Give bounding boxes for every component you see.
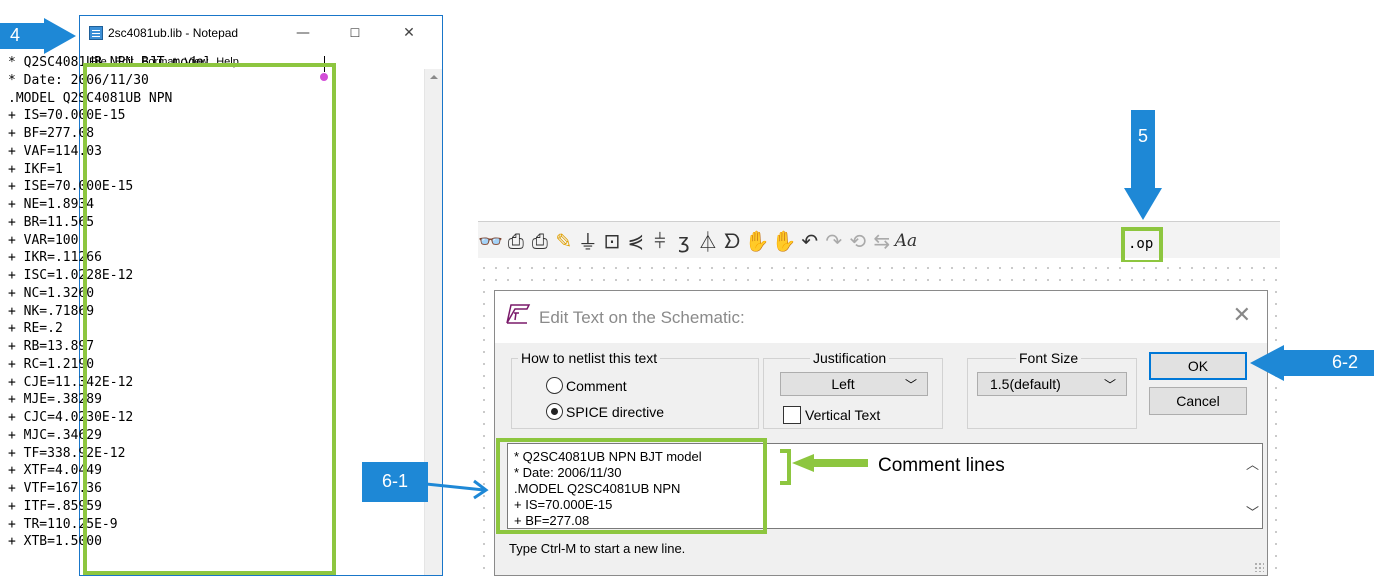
print-setup-icon[interactable]: ⎙	[505, 229, 527, 253]
callout-label-4: 4	[9, 25, 20, 45]
dialog-close-icon[interactable]: ✕	[1233, 303, 1251, 328]
netlist-group-label: How to netlist this text	[518, 350, 661, 366]
pencil-icon[interactable]: ✎	[553, 229, 575, 253]
callout-label-6-1: 6-1	[381, 471, 408, 491]
ok-button[interactable]: OK	[1149, 352, 1247, 380]
radio-comment-label: Comment	[566, 377, 627, 394]
comment-lines-label: Comment lines	[878, 455, 1005, 476]
component-icon[interactable]: ᗤ	[721, 229, 743, 253]
drag-hand-icon[interactable]: ✋	[772, 229, 797, 253]
mirror-icon[interactable]: ⇆	[871, 229, 893, 253]
font-size-select[interactable]: 1.5(default) ﹀	[977, 372, 1127, 396]
notepad-title: 2sc4081ub.lib - Notepad	[108, 25, 239, 40]
chevron-down-icon: ﹀	[1104, 377, 1117, 392]
callout-arrow-6-1: 6-1	[362, 462, 496, 502]
resistor-icon[interactable]: ⋞	[625, 229, 647, 253]
capacitor-icon[interactable]: ⫩	[649, 229, 671, 253]
callout-arrow-5: 5	[1124, 110, 1162, 220]
dialog-title: Edit Text on the Schematic:	[539, 308, 745, 327]
notepad-text-highlight	[83, 63, 336, 575]
font-size-value: 1.5(default)	[990, 376, 1061, 392]
justification-value: Left	[831, 376, 855, 392]
binoculars-icon[interactable]: 👓	[478, 229, 503, 253]
comment-arrow	[792, 454, 868, 472]
notepad-title-bar[interactable]: 2sc4081ub.lib - Notepad — ☐ ✕	[80, 16, 442, 49]
dialog-hint: Type Ctrl-M to start a new line.	[509, 541, 686, 556]
close-button[interactable]: ✕	[386, 16, 432, 49]
scroll-up-icon[interactable]	[430, 75, 438, 79]
text-icon[interactable]: Aa	[895, 231, 917, 251]
op-button-highlight	[1121, 227, 1163, 264]
font-size-group-label: Font Size	[1016, 350, 1082, 366]
minimize-button[interactable]: —	[280, 16, 326, 49]
justification-select[interactable]: Left ﹀	[780, 372, 928, 396]
dialog-text-highlight	[496, 438, 767, 534]
radio-comment-circle[interactable]	[546, 377, 563, 394]
resize-grip-icon[interactable]	[1254, 562, 1264, 572]
callout-label-6-2: 6-2	[1331, 352, 1358, 372]
justification-group-label: Justification	[810, 350, 890, 366]
move-hand-icon[interactable]: ✋	[745, 229, 770, 253]
cancel-button[interactable]: Cancel	[1149, 387, 1247, 415]
maximize-button[interactable]: ☐	[332, 16, 378, 49]
vertical-text-label: Vertical Text	[805, 407, 881, 423]
print-icon[interactable]: ⎙	[529, 229, 551, 253]
callout-label-5: 5	[1137, 126, 1148, 146]
callout-arrow-4: 4	[0, 18, 76, 54]
rotate-icon[interactable]: ⟲	[847, 229, 869, 253]
radio-comment[interactable]: Comment	[546, 377, 627, 394]
ltspice-app-icon	[506, 304, 531, 324]
callout-arrow-6-2: 6-2	[1250, 345, 1374, 381]
inductor-icon[interactable]: ʒ	[673, 229, 695, 253]
label-net-icon[interactable]: ⊡	[601, 229, 623, 253]
ground-icon[interactable]: ⏚	[577, 226, 599, 255]
chevron-down-icon: ﹀	[905, 377, 918, 392]
text-area-scrollbar[interactable]: ︿ ﹀	[1242, 444, 1262, 528]
comment-bracket	[780, 449, 791, 485]
notepad-icon	[89, 25, 103, 40]
scroll-up-icon[interactable]: ︿	[1246, 454, 1259, 473]
diode-icon[interactable]: ⏃	[697, 226, 719, 255]
radio-spice-circle[interactable]	[546, 403, 563, 420]
vertical-text-checkbox[interactable]: Vertical Text	[783, 406, 880, 424]
scroll-down-icon[interactable]: ﹀	[1246, 502, 1259, 521]
redo-icon[interactable]: ↷	[823, 229, 845, 253]
undo-icon[interactable]: ↶	[799, 229, 821, 253]
radio-spice-label: SPICE directive	[566, 403, 665, 420]
radio-spice-directive[interactable]: SPICE directive	[546, 403, 664, 420]
vertical-text-box[interactable]	[783, 406, 801, 424]
